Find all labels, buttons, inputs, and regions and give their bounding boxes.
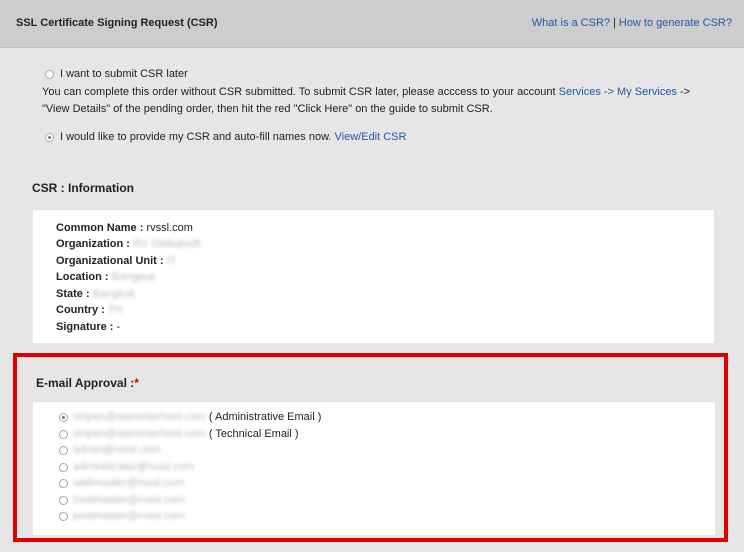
csr-field-country: Country : TH [56, 304, 122, 316]
email-approval-list: siripen@siaminterhost.com ( Administrati… [33, 402, 715, 535]
email-address: webmaster@rvssl.com [73, 477, 185, 489]
csr-field-value: IT [166, 255, 177, 267]
csr-field-common-name: Common Name : rvssl.com [56, 222, 193, 234]
csr-field-value: TH [107, 304, 123, 316]
what-is-csr-link[interactable]: What is a CSR? [532, 17, 610, 29]
email-option-5[interactable]: webmaster@rvssl.com [59, 477, 184, 489]
services-my-services-link[interactable]: Services -> My Services [559, 86, 677, 98]
csr-field-value: Bangpue [111, 271, 156, 283]
email-radio[interactable] [59, 462, 68, 472]
email-radio[interactable] [59, 495, 68, 505]
csr-field-organizational-unit: Organizational Unit : IT [56, 255, 176, 267]
csr-field-label: State : [56, 288, 90, 300]
csr-field-label: Common Name : [56, 222, 144, 234]
email-radio[interactable] [59, 412, 68, 422]
submit-later-label: I want to submit CSR later [60, 68, 188, 80]
email-address: siripen@siaminterhost.com [73, 411, 206, 423]
required-marker: * [134, 376, 139, 390]
email-address: siripen@siaminterhost.com [73, 428, 206, 440]
email-radio[interactable] [59, 478, 68, 488]
email-address: administrator@rvssl.com [73, 461, 195, 473]
csr-field-label: Organizational Unit : [56, 255, 164, 267]
csr-field-signature: Signature : - [56, 321, 120, 333]
email-option-4[interactable]: administrator@rvssl.com [59, 461, 194, 473]
csr-information-title: CSR : Information [32, 181, 134, 195]
submit-later-radio[interactable] [45, 69, 54, 79]
csr-field-label: Organization : [56, 238, 130, 250]
provide-csr-now-radio[interactable] [45, 132, 54, 142]
header-links: What is a CSR? | How to generate CSR? [532, 17, 732, 29]
csr-field-value: rvssl.com [146, 222, 193, 234]
email-option-3[interactable]: admin@rvssl.com [59, 444, 161, 456]
email-radio[interactable] [59, 511, 68, 521]
email-role: ( Technical Email ) [205, 428, 299, 440]
page-title: SSL Certificate Signing Request (CSR) [16, 17, 218, 29]
provide-csr-now-label: I would like to provide my CSR and auto-… [60, 131, 332, 143]
csr-field-label: Location : [56, 271, 109, 283]
csr-field-label: Signature : [56, 321, 114, 333]
csr-field-location: Location : Bangpue [56, 271, 156, 283]
csr-field-state: State : Bangkok [56, 288, 136, 300]
email-approval-title: E-mail Approval :* [36, 376, 139, 390]
email-address: postmaster@rvssl.com [73, 510, 186, 522]
email-address: admin@rvssl.com [73, 444, 161, 456]
csr-field-value: Bangkok [92, 288, 136, 300]
link-separator: | [613, 17, 616, 29]
view-edit-csr-link[interactable]: View/Edit CSR [335, 131, 407, 143]
email-option-2[interactable]: siripen@siaminterhost.com ( Technical Em… [59, 428, 299, 440]
email-address: hostmaster@rvssl.com [73, 494, 186, 506]
csr-information-panel: Common Name : rvssl.com Organization : R… [33, 210, 714, 343]
email-radio[interactable] [59, 429, 68, 439]
csr-field-value: - [116, 321, 121, 333]
submit-later-description: You can complete this order without CSR … [42, 84, 692, 118]
email-option-6[interactable]: hostmaster@rvssl.com [59, 494, 185, 506]
csr-field-organization: Organization : RV Globalsoft [56, 238, 201, 250]
submit-later-option[interactable]: I want to submit CSR later [45, 68, 188, 80]
how-to-generate-csr-link[interactable]: How to generate CSR? [619, 17, 732, 29]
csr-field-value: RV Globalsoft [133, 238, 201, 250]
email-approval-section: E-mail Approval :* siripen@siaminterhost… [13, 353, 728, 542]
email-option-1[interactable]: siripen@siaminterhost.com ( Administrati… [59, 411, 321, 423]
provide-csr-now-option[interactable]: I would like to provide my CSR and auto-… [45, 131, 406, 143]
later-desc-text-1: You can complete this order without CSR … [42, 86, 559, 98]
email-approval-title-text: E-mail Approval : [36, 376, 135, 390]
email-radio[interactable] [59, 445, 68, 455]
email-option-7[interactable]: postmaster@rvssl.com [59, 510, 185, 522]
csr-field-label: Country : [56, 304, 105, 316]
email-role: ( Administrative Email ) [205, 411, 322, 423]
page-header: SSL Certificate Signing Request (CSR) Wh… [0, 0, 744, 48]
